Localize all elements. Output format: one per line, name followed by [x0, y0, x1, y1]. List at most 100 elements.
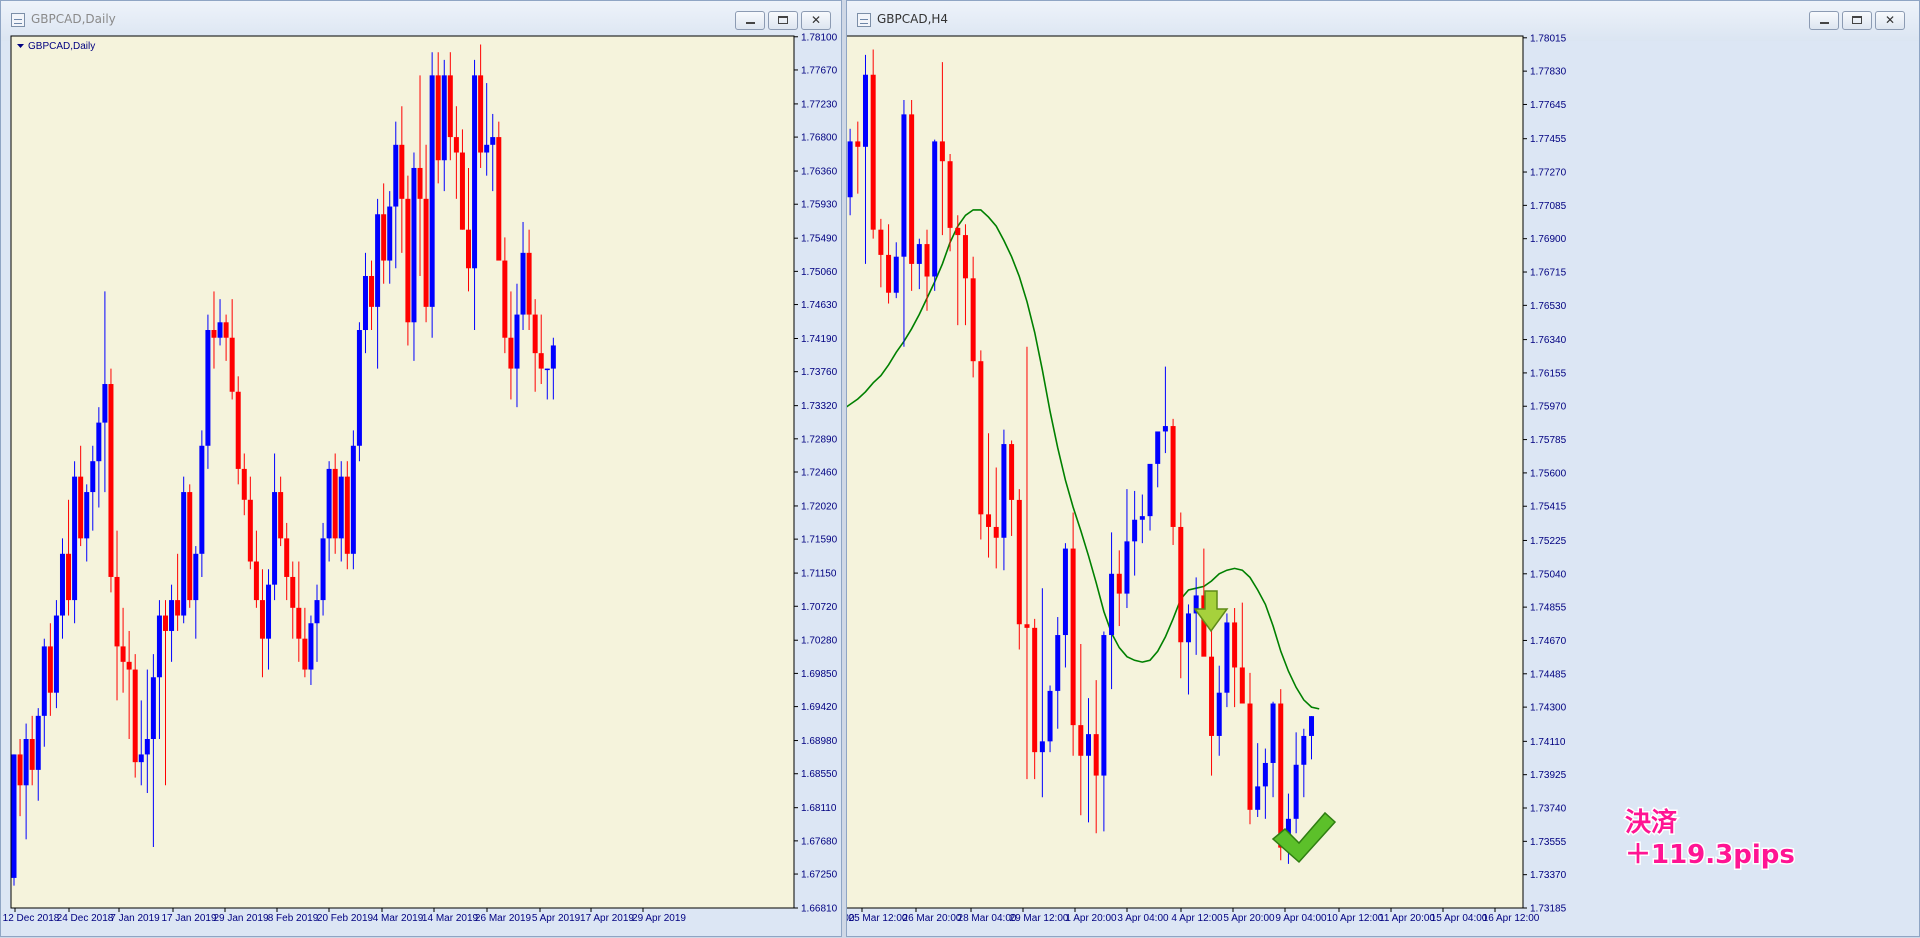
bull-candle: [350, 445, 356, 554]
bear-candle: [878, 229, 884, 255]
x-tick-label: 1 Apr 20:00: [1065, 913, 1117, 924]
bear-candle: [332, 468, 338, 539]
y-tick-label: 1.77270: [1530, 168, 1567, 179]
h4-chart-window: GBPCAD,H4 ✕ GBPCAD,H41.780151.778301.776…: [846, 0, 1920, 937]
bear-candle: [993, 526, 999, 538]
bear-candle: [1209, 656, 1215, 736]
bear-candle: [132, 669, 138, 763]
y-tick-label: 1.76715: [1530, 268, 1567, 279]
bull-candle: [1224, 622, 1230, 693]
bull-candle: [1132, 519, 1138, 542]
bear-candle: [1009, 444, 1015, 500]
y-tick-label: 1.75930: [801, 200, 838, 211]
bear-candle: [423, 198, 429, 307]
bear-candle: [296, 607, 302, 639]
x-tick-label: 5 Apr 2019: [532, 913, 581, 924]
x-tick-label: 3 Apr 04:00: [1117, 913, 1169, 924]
bear-candle: [526, 252, 532, 315]
x-tick-label: 26 Mar 2019: [475, 913, 532, 924]
bull-candle: [59, 553, 65, 616]
bear-candle: [435, 75, 441, 161]
bear-candle: [924, 244, 930, 277]
y-tick-label: 1.73370: [1530, 870, 1567, 881]
x-tick-label: 10 Apr 12:00: [1327, 913, 1384, 924]
bull-candle: [847, 141, 853, 198]
bear-candle: [344, 476, 350, 554]
y-tick-label: 1.75785: [1530, 435, 1567, 446]
bull-candle: [429, 75, 435, 307]
bear-candle: [970, 278, 976, 362]
y-tick-label: 1.70280: [801, 636, 838, 647]
x-tick-label: 17 Jan 2019: [161, 913, 216, 924]
bear-candle: [1093, 734, 1099, 776]
bear-candle: [1247, 703, 1253, 810]
y-tick-label: 1.67680: [801, 836, 838, 847]
profit-label: ＋119.3pips: [1625, 840, 1795, 870]
bull-candle: [314, 600, 320, 624]
x-tick-label: 29 Apr 2019: [632, 913, 686, 924]
bear-candle: [955, 227, 961, 236]
y-tick-label: 1.70720: [801, 602, 838, 613]
x-tick-label: 15 Apr 04:00: [1431, 913, 1488, 924]
x-tick-label: 28 Mar 04:00: [958, 913, 1017, 924]
bear-candle: [369, 275, 375, 307]
bear-candle: [211, 330, 217, 338]
y-tick-label: 1.73555: [1530, 837, 1567, 848]
y-tick-label: 1.73740: [1530, 804, 1567, 815]
bull-candle: [1109, 573, 1115, 636]
y-tick-label: 1.77645: [1530, 100, 1567, 111]
bear-candle: [1178, 526, 1184, 643]
bull-candle: [199, 445, 205, 554]
h4-candlestick-chart[interactable]: GBPCAD,H41.780151.778301.776451.774551.7…: [847, 1, 1920, 938]
bear-candle: [1232, 622, 1238, 668]
bull-candle: [1216, 692, 1222, 736]
x-tick-label: 17 Apr 2019: [580, 913, 634, 924]
y-tick-label: 1.73320: [801, 401, 838, 412]
bull-candle: [144, 739, 150, 755]
bull-candle: [84, 492, 90, 539]
bear-candle: [126, 661, 132, 670]
bear-candle: [241, 468, 247, 500]
bear-candle: [1024, 624, 1030, 628]
bull-candle: [266, 584, 272, 639]
x-tick-label: 11 Apr 20:00: [1379, 913, 1435, 924]
bull-candle: [181, 492, 187, 616]
bull-candle: [272, 492, 278, 585]
y-tick-label: 1.68550: [801, 769, 838, 780]
bull-candle: [916, 244, 922, 264]
x-tick-label: 4 Mar 2019: [373, 913, 424, 924]
bear-candle: [114, 576, 120, 647]
bull-candle: [411, 167, 417, 323]
bull-candle: [544, 368, 550, 371]
y-tick-label: 1.72890: [801, 434, 838, 445]
y-tick-label: 1.77670: [801, 65, 838, 76]
daily-candlestick-chart[interactable]: GBPCAD,Daily 1.78100 1.77670 1.77230 1.76800…: [1, 1, 843, 938]
bear-candle: [1116, 573, 1122, 594]
bull-candle: [156, 615, 162, 678]
bear-candle: [163, 615, 168, 631]
bull-candle: [1139, 516, 1145, 520]
bear-candle: [496, 137, 502, 261]
bear-candle: [1016, 499, 1022, 625]
bull-candle: [932, 141, 938, 277]
bear-candle: [278, 492, 284, 539]
bear-candle: [405, 198, 411, 323]
bull-candle: [520, 252, 526, 315]
bull-candle: [1147, 463, 1153, 517]
y-tick-label: 1.76530: [1530, 301, 1567, 312]
bear-candle: [478, 75, 484, 153]
bull-candle: [1185, 613, 1191, 643]
bull-candle: [217, 322, 223, 338]
y-tick-label: 1.75415: [1530, 502, 1567, 513]
y-tick-label: 1.77230: [801, 99, 838, 110]
y-tick-label: 1.76900: [1530, 234, 1567, 245]
bull-candle: [356, 330, 362, 446]
y-tick-label: 1.76155: [1530, 368, 1567, 379]
y-tick-label: 1.76340: [1530, 335, 1567, 346]
y-tick-label: 1.77455: [1530, 134, 1567, 145]
bear-candle: [247, 499, 253, 562]
x-tick-label: 8 Feb 2019: [268, 913, 319, 924]
bear-candle: [1170, 426, 1176, 527]
bear-candle: [120, 646, 126, 662]
bear-candle: [508, 337, 514, 369]
